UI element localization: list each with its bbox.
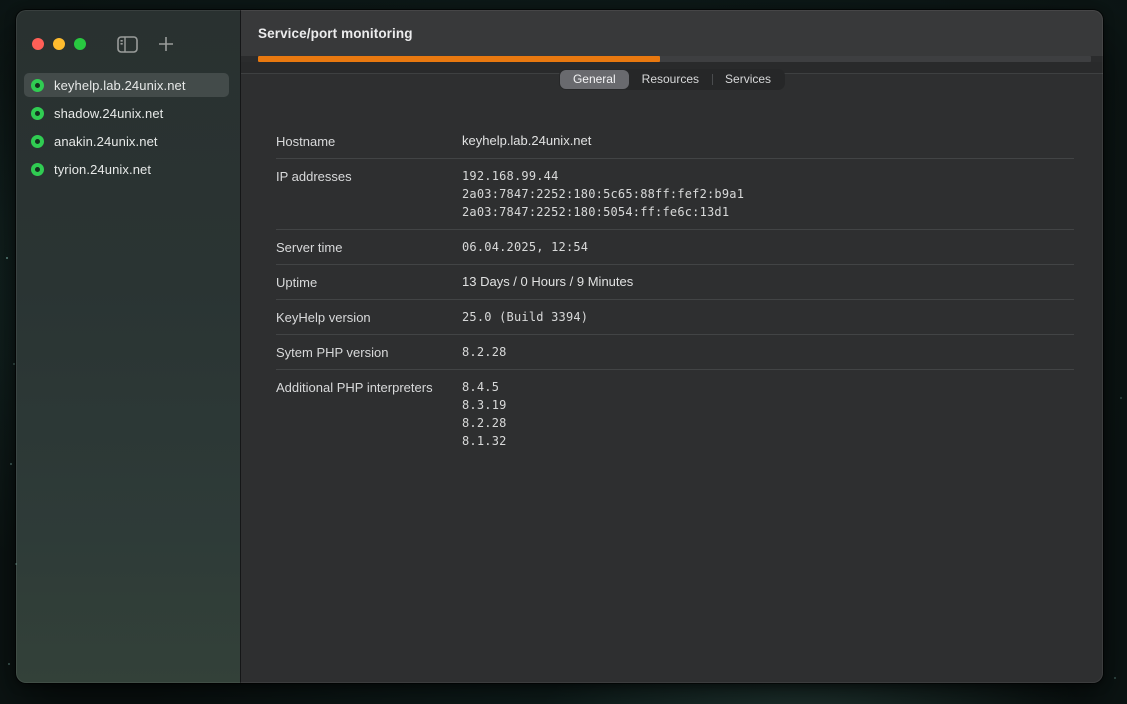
detail-label: Sytem PHP version [276, 343, 462, 361]
detail-row: Additional PHP interpreters8.4.58.3.198.… [276, 370, 1074, 458]
detail-value-line: 8.3.19 [462, 396, 1074, 414]
detail-label: KeyHelp version [276, 308, 462, 326]
server-name: tyrion.24unix.net [54, 162, 151, 177]
detail-label: Server time [276, 238, 462, 256]
detail-value-line: 2a03:7847:2252:180:5054:ff:fe6c:13d1 [462, 203, 1074, 221]
detail-value: 192.168.99.442a03:7847:2252:180:5c65:88f… [462, 167, 1074, 221]
server-name: shadow.24unix.net [54, 106, 163, 121]
detail-value: 13 Days / 0 Hours / 9 Minutes [462, 273, 1074, 291]
detail-value: 8.2.28 [462, 343, 1074, 361]
sidebar-item-server[interactable]: tyrion.24unix.net [24, 157, 229, 181]
detail-label: Hostname [276, 132, 462, 150]
detail-value-line: 8.2.28 [462, 414, 1074, 432]
server-name: anakin.24unix.net [54, 134, 158, 149]
server-name: keyhelp.lab.24unix.net [54, 78, 186, 93]
detail-row: Uptime13 Days / 0 Hours / 9 Minutes [276, 265, 1074, 300]
detail-value-line: 2a03:7847:2252:180:5c65:88ff:fef2:b9a1 [462, 185, 1074, 203]
detail-value-line: 8.4.5 [462, 378, 1074, 396]
minimize-button[interactable] [53, 38, 65, 50]
add-server-icon[interactable] [158, 36, 174, 52]
detail-row: Server time06.04.2025, 12:54 [276, 230, 1074, 265]
toolbar-icons [117, 36, 174, 53]
detail-row: IP addresses192.168.99.442a03:7847:2252:… [276, 159, 1074, 230]
page-title: Service/port monitoring [258, 26, 413, 41]
detail-value: 25.0 (Build 3394) [462, 308, 1074, 326]
detail-label: Uptime [276, 273, 462, 291]
detail-row: Sytem PHP version8.2.28 [276, 335, 1074, 370]
detail-value-line: 25.0 (Build 3394) [462, 308, 1074, 326]
detail-value-line: 8.1.32 [462, 432, 1074, 450]
tab-resources[interactable]: Resources [629, 70, 712, 89]
sidebar-item-server[interactable]: keyhelp.lab.24unix.net [24, 73, 229, 97]
content-area: GeneralResourcesServices Hostnamekeyhelp… [241, 62, 1103, 683]
detail-row: KeyHelp version25.0 (Build 3394) [276, 300, 1074, 335]
status-online-icon [31, 79, 44, 92]
detail-label: IP addresses [276, 167, 462, 221]
status-online-icon [31, 107, 44, 120]
zoom-button[interactable] [74, 38, 86, 50]
detail-value-line: 8.2.28 [462, 343, 1074, 361]
detail-row: Hostnamekeyhelp.lab.24unix.net [276, 124, 1074, 159]
detail-value: keyhelp.lab.24unix.net [462, 132, 1074, 150]
details-table: Hostnamekeyhelp.lab.24unix.netIP address… [276, 124, 1074, 458]
sidebar-item-server[interactable]: anakin.24unix.net [24, 129, 229, 153]
detail-label: Additional PHP interpreters [276, 378, 462, 450]
detail-value-line: keyhelp.lab.24unix.net [462, 132, 1074, 149]
detail-value: 8.4.58.3.198.2.288.1.32 [462, 378, 1074, 450]
segmented-control: GeneralResourcesServices [559, 69, 785, 90]
detail-value: 06.04.2025, 12:54 [462, 238, 1074, 256]
tab-services[interactable]: Services [712, 70, 784, 89]
status-online-icon [31, 135, 44, 148]
main-panel: Service/port monitoring GeneralResources… [241, 10, 1103, 683]
detail-value-line: 192.168.99.44 [462, 167, 1074, 185]
sidebar-toolbar [16, 10, 240, 57]
detail-value-line: 06.04.2025, 12:54 [462, 238, 1074, 256]
toggle-sidebar-icon[interactable] [117, 36, 138, 53]
desktop: { "window_title": "Service/port monitori… [0, 0, 1127, 704]
titlebar: Service/port monitoring [241, 10, 1103, 56]
close-button[interactable] [32, 38, 44, 50]
server-list: keyhelp.lab.24unix.net shadow.24unix.net a… [16, 73, 240, 181]
app-window: keyhelp.lab.24unix.net shadow.24unix.net a… [16, 10, 1103, 683]
sidebar-item-server[interactable]: shadow.24unix.net [24, 101, 229, 125]
tab-general[interactable]: General [560, 70, 629, 89]
detail-value-line: 13 Days / 0 Hours / 9 Minutes [462, 273, 1074, 290]
status-online-icon [31, 163, 44, 176]
sidebar: keyhelp.lab.24unix.net shadow.24unix.net a… [16, 10, 241, 683]
tab-bar: GeneralResourcesServices [241, 69, 1103, 90]
